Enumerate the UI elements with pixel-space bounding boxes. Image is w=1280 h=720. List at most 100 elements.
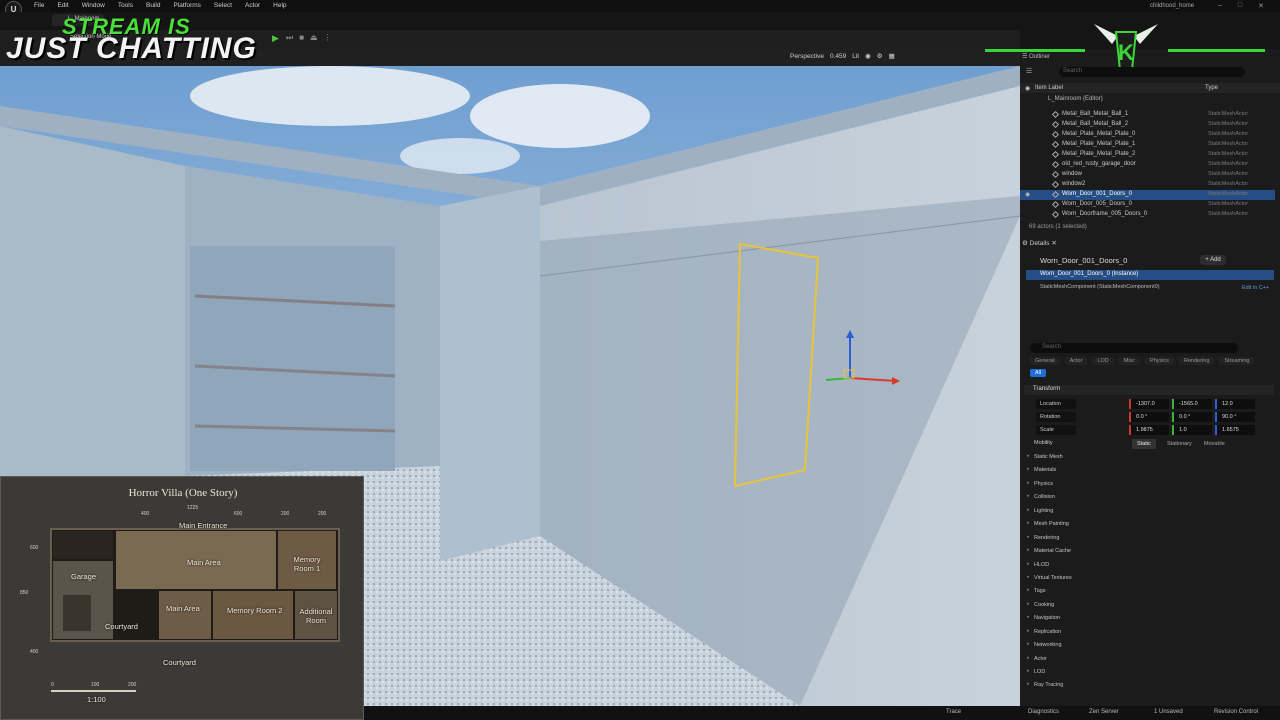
close-icon[interactable]: ✕ xyxy=(1258,2,1264,10)
location-y[interactable]: -1565.0 xyxy=(1172,399,1212,409)
category-filter[interactable]: Streaming xyxy=(1219,357,1255,365)
eye-icon[interactable]: ◉ xyxy=(1025,85,1030,92)
outliner-row[interactable]: ◉ Worn_Door_001_Doors_0 StaticMeshActor xyxy=(1020,190,1275,200)
outliner-search-input[interactable]: Search xyxy=(1059,67,1245,77)
outliner-row[interactable]: Metal_Ball_Metal_Ball_2 StaticMeshActor xyxy=(1020,120,1275,130)
details-section[interactable]: HLOD xyxy=(1024,559,1274,572)
menu-edit[interactable]: Edit xyxy=(57,2,68,9)
mobility-static[interactable]: Static xyxy=(1132,439,1156,449)
location-x[interactable]: -1307.0 xyxy=(1129,399,1169,409)
details-section[interactable]: Rendering xyxy=(1024,532,1274,545)
details-section[interactable]: Mesh Painting xyxy=(1024,518,1274,531)
details-section[interactable]: Tags xyxy=(1024,585,1274,598)
scale-z[interactable]: 1.6575 xyxy=(1215,425,1255,435)
details-component-row[interactable]: StaticMeshComponent (StaticMeshComponent… xyxy=(1040,284,1160,290)
rotation-z[interactable]: 90.0 ° xyxy=(1215,412,1255,422)
play-icon[interactable]: ▶ xyxy=(272,33,279,44)
scale-y[interactable]: 1.0 xyxy=(1172,425,1212,435)
details-section[interactable]: Lighting xyxy=(1024,505,1274,518)
details-section[interactable]: Virtual Textures xyxy=(1024,572,1274,585)
details-section[interactable]: LOD xyxy=(1024,666,1274,679)
unsaved-button[interactable]: 1 Unsaved xyxy=(1154,709,1183,715)
scale-x[interactable]: 1.9875 xyxy=(1129,425,1169,435)
add-component-button[interactable]: + Add xyxy=(1200,255,1226,265)
details-search-input[interactable]: Search xyxy=(1030,343,1238,353)
revision-control-button[interactable]: Revision Control xyxy=(1214,709,1258,715)
outliner-row[interactable]: window2 StaticMeshActor xyxy=(1020,180,1275,190)
menu-file[interactable]: File xyxy=(34,2,44,9)
scale-label[interactable]: Scale xyxy=(1036,425,1076,435)
minimize-icon[interactable]: – xyxy=(1218,2,1222,10)
mobility-movable[interactable]: Movable xyxy=(1199,439,1230,449)
category-filter[interactable]: Actor xyxy=(1064,357,1088,365)
outliner-row[interactable]: Worn_Doorframe_005_Doors_0 StaticMeshActo… xyxy=(1020,210,1275,220)
outliner-row-label: Metal_Ball_Metal_Ball_2 xyxy=(1062,121,1129,127)
eye-icon[interactable]: ◉ xyxy=(1025,191,1030,198)
trace-button[interactable]: Trace xyxy=(946,709,961,715)
details-tab[interactable]: ⚙ Details ✕ xyxy=(1022,239,1102,250)
details-actor-name[interactable]: Worn_Door_001_Doors_0 xyxy=(1040,256,1127,265)
close-icon[interactable]: ✕ xyxy=(1051,240,1056,247)
more-icon[interactable]: ⋮ xyxy=(324,33,332,43)
fov-value[interactable]: 0.459 xyxy=(830,53,846,60)
menu-window[interactable]: Window xyxy=(82,2,105,9)
stop-icon[interactable]: ■ xyxy=(299,33,304,43)
details-section[interactable]: Replication xyxy=(1024,626,1274,639)
menu-help[interactable]: Help xyxy=(273,2,286,9)
category-filter[interactable]: Misc xyxy=(1118,357,1141,365)
rotation-x[interactable]: 0.0 ° xyxy=(1129,412,1169,422)
outliner-row[interactable]: Worn_Door_005_Doors_0 StaticMeshActor xyxy=(1020,200,1275,210)
col-type[interactable]: Type xyxy=(1205,85,1218,91)
category-filter[interactable]: General xyxy=(1030,357,1060,365)
perspective-dropdown[interactable]: Perspective xyxy=(790,53,824,60)
rotation-label[interactable]: Rotation xyxy=(1036,412,1076,422)
zen-server-button[interactable]: Zen Server xyxy=(1089,709,1119,715)
details-section[interactable]: Networking xyxy=(1024,639,1274,652)
edit-in-cpp-link[interactable]: Edit in C++ xyxy=(1242,285,1269,291)
details-instance-row[interactable]: Worn_Door_001_Doors_0 (Instance) xyxy=(1026,270,1274,280)
step-icon[interactable]: ⏭ xyxy=(286,33,293,43)
filter-icon[interactable]: ☰ xyxy=(1026,67,1032,75)
maximize-icon[interactable]: □ xyxy=(1238,2,1242,10)
category-filter[interactable]: LOD xyxy=(1092,357,1114,365)
outliner-row[interactable]: window StaticMeshActor xyxy=(1020,170,1275,180)
location-z[interactable]: 12.0 xyxy=(1215,399,1255,409)
details-section[interactable]: Physics xyxy=(1024,478,1274,491)
details-section[interactable]: Static Mesh xyxy=(1024,451,1274,464)
category-filter[interactable]: Physics xyxy=(1145,357,1174,365)
lit-dropdown[interactable]: Lit xyxy=(852,53,859,60)
details-section[interactable]: Material Cache xyxy=(1024,545,1274,558)
menu-select[interactable]: Select xyxy=(214,2,232,9)
menu-tools[interactable]: Tools xyxy=(118,2,133,9)
transform-header[interactable]: Transform xyxy=(1024,385,1274,395)
details-section[interactable]: Ray Tracing xyxy=(1024,679,1274,692)
outliner-row[interactable]: Metal_Plate_Metal_Plate_0 StaticMeshActor xyxy=(1020,130,1275,140)
diagnostics-button[interactable]: Diagnostics xyxy=(1028,709,1059,715)
menu-build[interactable]: Build xyxy=(146,2,160,9)
outliner-row[interactable]: Metal_Plate_Metal_Plate_1 StaticMeshActor xyxy=(1020,140,1275,150)
category-filter[interactable]: All xyxy=(1030,369,1047,377)
outliner-root[interactable]: L_Mainroom (Editor) xyxy=(1048,96,1103,102)
details-section[interactable]: Actor xyxy=(1024,653,1274,666)
eject-icon[interactable]: ⏏ xyxy=(310,33,318,43)
mobility-stationary[interactable]: Stationary xyxy=(1162,439,1197,449)
outliner-row[interactable]: Metal_Plate_Metal_Plate_2 StaticMeshActor xyxy=(1020,150,1275,160)
gear-icon[interactable]: ⚙ xyxy=(877,52,883,60)
location-label[interactable]: Location xyxy=(1036,399,1076,409)
menu-actor[interactable]: Actor xyxy=(245,2,260,9)
details-section[interactable]: Materials xyxy=(1024,464,1274,477)
details-section[interactable]: Navigation xyxy=(1024,612,1274,625)
outliner-row[interactable]: Metal_Ball_Metal_Ball_1 StaticMeshActor xyxy=(1020,110,1275,120)
outliner-row-type: StaticMeshActor xyxy=(1208,191,1249,197)
details-section[interactable]: Collision xyxy=(1024,491,1274,504)
category-filter[interactable]: Rendering xyxy=(1179,357,1215,365)
menu-platforms[interactable]: Platforms xyxy=(173,2,200,9)
layout-icon[interactable]: ▦ xyxy=(889,52,895,60)
outliner-row[interactable]: old_red_rusty_garage_door StaticMeshActor xyxy=(1020,160,1275,170)
outliner-tab[interactable]: ☰ Outliner xyxy=(1022,53,1050,60)
rotation-y[interactable]: 0.0 ° xyxy=(1172,412,1212,422)
show-icon[interactable]: ◉ xyxy=(865,52,871,60)
map-room-memory-room-2: Memory Room 2 xyxy=(227,606,283,615)
col-item-label[interactable]: Item Label xyxy=(1035,85,1063,91)
details-section[interactable]: Cooking xyxy=(1024,599,1274,612)
